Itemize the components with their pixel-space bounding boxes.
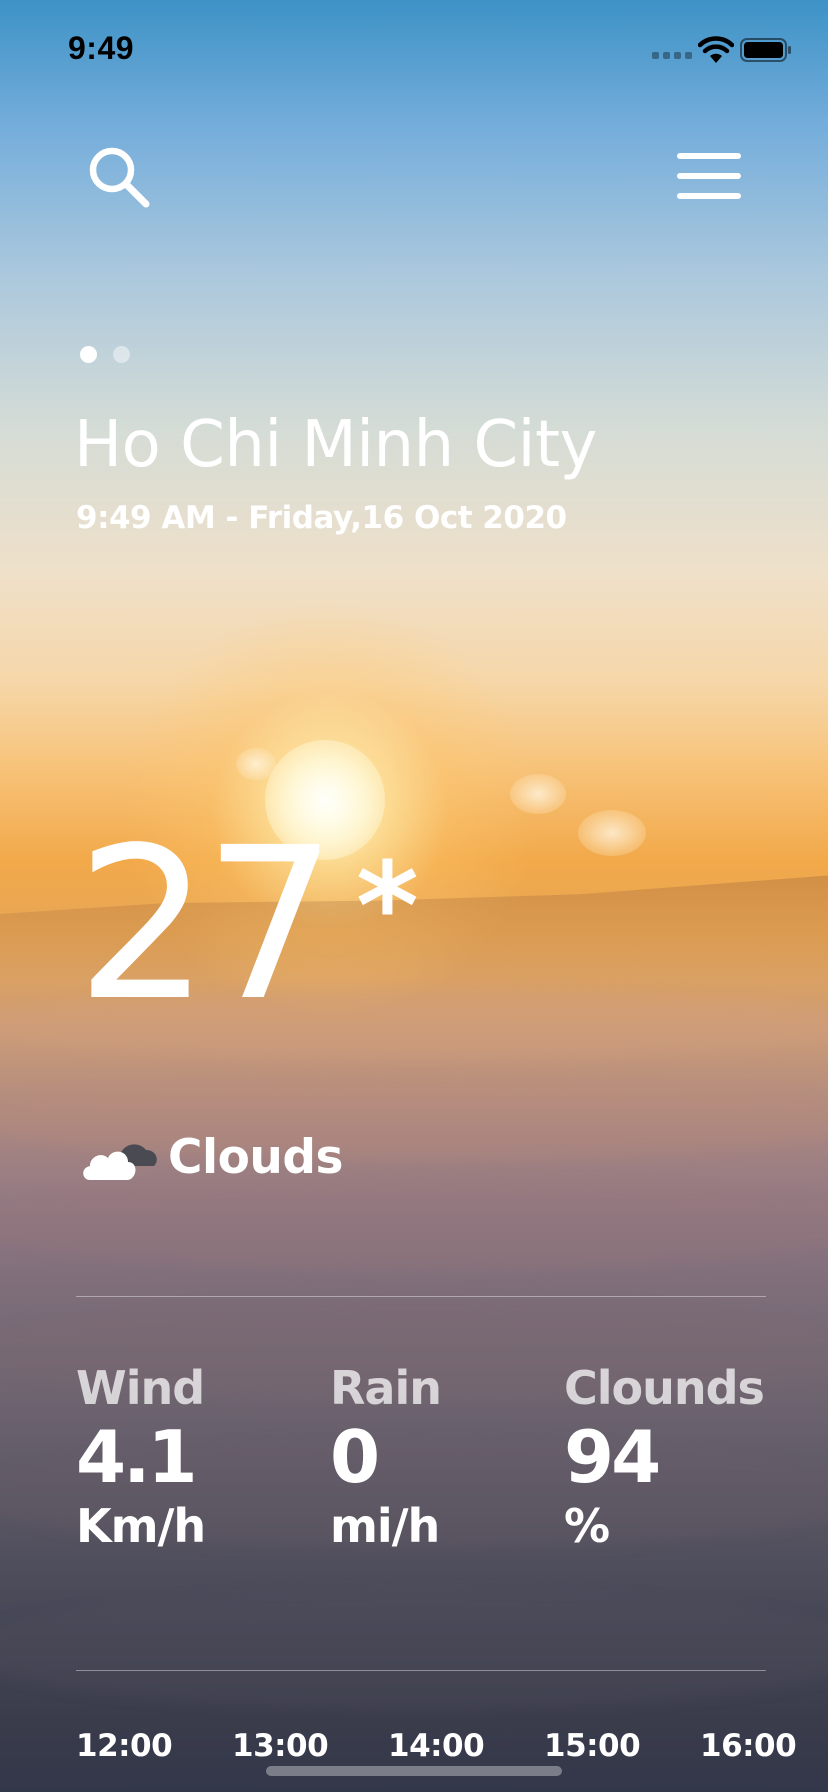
search-button[interactable] [86,144,154,212]
stat-unit: Km/h [76,1499,206,1553]
lens-flare [578,810,646,856]
condition-label: Clouds [168,1130,343,1185]
search-icon [89,147,150,208]
temperature-value: 27 [76,802,337,1047]
home-indicator[interactable] [266,1766,562,1776]
divider [76,1296,766,1297]
page-dot-active[interactable] [80,346,97,363]
weather-screen: 9:49 Ho Chi Minh City 9:49 AM - Friday,1… [0,0,828,1792]
stat-label: Clounds [564,1361,765,1415]
status-time: 9:49 [68,30,135,66]
battery-icon [740,38,791,62]
stat-label: Wind [76,1361,205,1415]
stat-clouds: Clounds 94 % [564,1358,765,1556]
wifi-icon [698,36,734,63]
stat-value: 4.1 [76,1415,198,1499]
hamburger-menu-icon [677,153,741,199]
menu-button[interactable] [676,150,742,202]
temperature-unit: * [356,838,419,977]
stat-wind: Wind 4.1 Km/h [76,1358,206,1556]
lens-flare [510,774,566,814]
hour-item[interactable]: 16:00 [700,1728,797,1764]
stat-unit: mi/h [330,1499,440,1553]
page-dot[interactable] [113,346,130,363]
date-time: 9:49 AM - Friday,16 Oct 2020 [76,500,567,536]
cellular-signal-icon [652,52,692,59]
stat-unit: % [564,1499,610,1553]
hour-item[interactable]: 15:00 [544,1728,641,1764]
hour-item[interactable]: 13:00 [232,1728,329,1764]
cloud-band [0,1180,828,1270]
stat-value: 0 [330,1415,380,1499]
cloud-icon [83,1144,157,1180]
stat-rain: Rain 0 mi/h [330,1358,442,1556]
lens-flare [236,748,276,780]
hour-item[interactable]: 12:00 [76,1728,173,1764]
cloud-band [0,1590,828,1710]
stat-value: 94 [564,1415,661,1499]
page-indicator[interactable] [80,346,130,363]
divider [76,1670,766,1671]
city-name: Ho Chi Minh City [74,408,597,482]
hour-item[interactable]: 14:00 [388,1728,485,1764]
stat-label: Rain [330,1361,442,1415]
